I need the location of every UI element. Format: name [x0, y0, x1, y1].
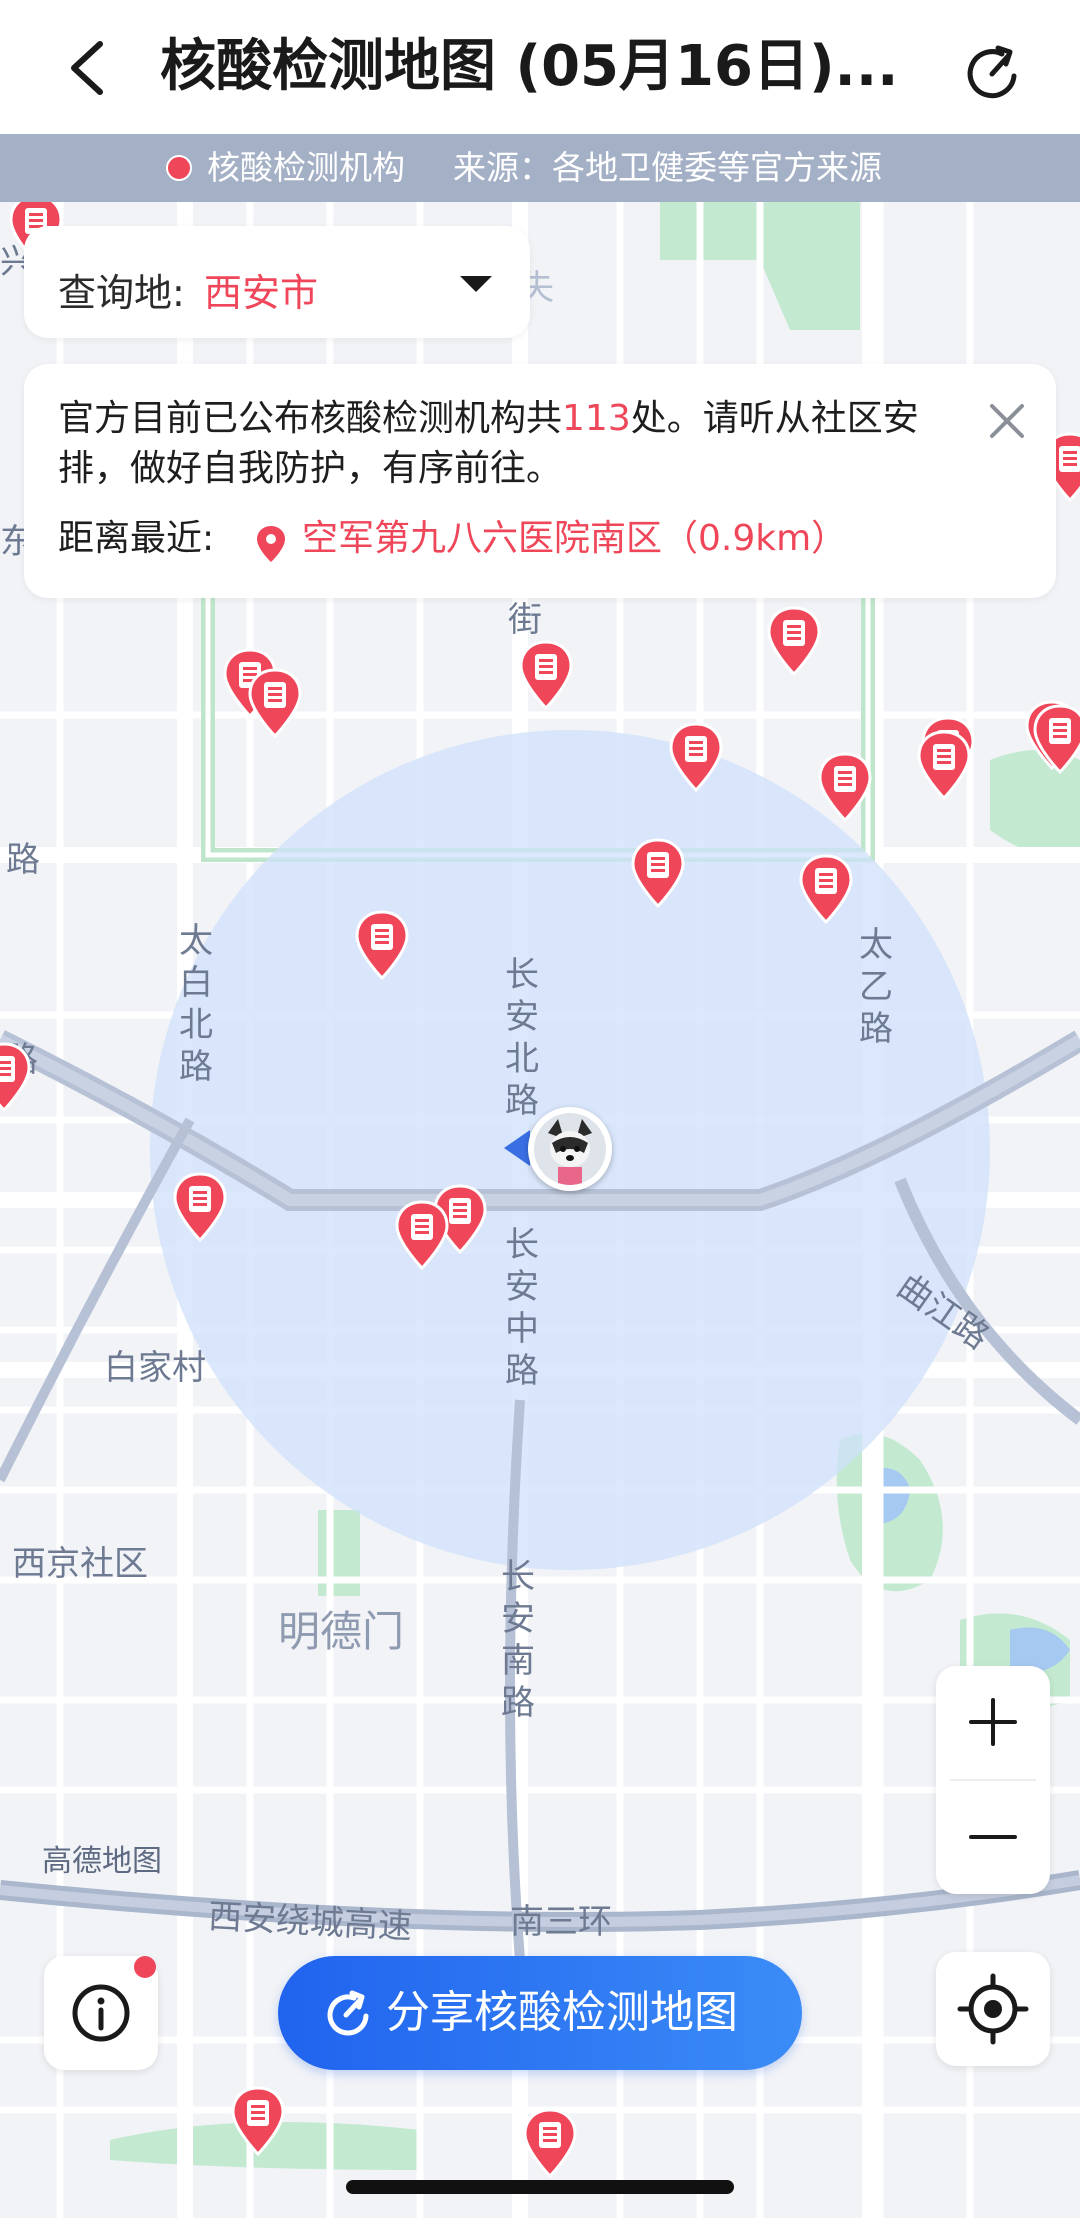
road-label-jie: 街 — [508, 600, 542, 640]
syringe-pin-icon — [1033, 704, 1080, 775]
user-location-avatar[interactable] — [528, 1107, 612, 1191]
road-label-changan-north: 长安北路 — [505, 955, 539, 1121]
testing-site-pin[interactable] — [172, 1172, 228, 1243]
syringe-pin-icon — [355, 910, 409, 981]
dog-avatar-icon — [534, 1113, 606, 1185]
area-label-mingdemen: 明德门 — [278, 1607, 405, 1656]
road-label-nansanhuan: 南三环 — [510, 1902, 612, 1942]
query-label: 查询地: — [58, 271, 185, 315]
road-label-left-lu: 路 — [6, 840, 40, 880]
testing-site-pin[interactable] — [916, 730, 972, 801]
crosshair-icon — [957, 1973, 1029, 2045]
legend-dot-icon — [166, 155, 192, 181]
nearest-label: 距离最近: — [58, 518, 215, 559]
syringe-pin-icon — [767, 606, 821, 677]
avatar — [534, 1113, 606, 1185]
home-indicator — [346, 2180, 734, 2194]
location-pin-icon — [257, 526, 285, 562]
syringe-pin-icon — [631, 838, 685, 909]
testing-site-pin[interactable] — [630, 838, 686, 909]
source-bar: 核酸检测机构 来源：各地卫健委等官方来源 — [0, 134, 1080, 202]
testing-site-pin[interactable] — [354, 910, 410, 981]
share-map-button[interactable]: 分享核酸检测地图 — [278, 1956, 802, 2070]
syringe-pin-icon — [917, 730, 971, 801]
share-refresh-button[interactable] — [958, 38, 1028, 108]
testing-site-pin[interactable] — [1032, 704, 1080, 775]
back-button[interactable] — [58, 36, 122, 100]
query-city-selector[interactable]: 查询地: 西安市 — [24, 226, 530, 338]
close-icon — [990, 404, 1024, 438]
syringe-pin-icon — [173, 1172, 227, 1243]
notification-dot-icon — [134, 1956, 156, 1978]
locate-me-button[interactable] — [936, 1952, 1050, 2066]
syringe-pin-icon — [799, 854, 853, 925]
notice-text-before: 官方目前已公布核酸检测机构共 — [58, 398, 563, 439]
testing-site-pin[interactable] — [0, 1042, 32, 1113]
source-text: 来源：各地卫健委等官方来源 — [453, 148, 882, 187]
testing-site-pin[interactable] — [247, 668, 303, 739]
syringe-pin-icon — [818, 752, 872, 823]
area-label-baijiacun: 白家村 — [104, 1348, 206, 1388]
notice-count: 113 — [562, 398, 631, 439]
testing-site-pin[interactable] — [394, 1200, 450, 1271]
syringe-pin-icon — [519, 640, 573, 711]
syringe-pin-icon — [669, 722, 723, 793]
share-refresh-icon — [967, 45, 1017, 99]
query-city: 西安市 — [204, 271, 319, 315]
amap-logo-text: 高德地图 — [42, 1844, 162, 1879]
testing-site-pin[interactable] — [766, 606, 822, 677]
dropdown-triangle-icon — [460, 276, 492, 292]
notice-text: 官方目前已公布核酸检测机构共113处。请听从社区安排，做好自我防护，有序前往。 — [58, 394, 978, 494]
heading-arrow-icon — [504, 1130, 530, 1166]
testing-site-pin[interactable] — [668, 722, 724, 793]
page-title: 核酸检测地图 (05月16日)... — [160, 34, 899, 99]
testing-site-pin[interactable] — [230, 2086, 286, 2157]
testing-site-pin[interactable] — [522, 2108, 578, 2179]
info-button[interactable] — [44, 1956, 158, 2070]
share-icon — [327, 1990, 369, 2036]
road-label-changan-middle: 长安中路 — [505, 1225, 539, 1391]
minus-icon — [969, 1835, 1017, 1839]
road-label-changan-south: 长安南路 — [501, 1557, 535, 1723]
road-label-taiyi: 太乙路 — [859, 925, 893, 1049]
testing-site-pin[interactable] — [518, 640, 574, 711]
syringe-pin-icon — [523, 2108, 577, 2179]
syringe-pin-icon — [231, 2086, 285, 2157]
area-label-xijing: 西京社区 — [12, 1544, 148, 1584]
nearest-site-link[interactable]: 空军第九八六医院南区（0.9km） — [302, 514, 847, 564]
zoom-out-button[interactable] — [936, 1781, 1050, 1894]
testing-site-pin[interactable] — [798, 854, 854, 925]
share-map-label: 分享核酸检测地图 — [386, 1987, 738, 2038]
plus-icon — [969, 1698, 1017, 1746]
syringe-pin-icon — [248, 668, 302, 739]
legend-label: 核酸检测机构 — [207, 148, 405, 187]
notice-card: 官方目前已公布核酸检测机构共113处。请听从社区安排，做好自我防护，有序前往。 … — [24, 364, 1056, 598]
syringe-pin-icon — [395, 1200, 449, 1271]
syringe-pin-icon — [0, 1042, 31, 1113]
top-bar: 核酸检测地图 (05月16日)... — [0, 0, 1080, 134]
road-label-taibai-north: 太白北路 — [179, 921, 213, 1087]
chevron-left-icon — [71, 41, 103, 95]
testing-site-pin[interactable] — [817, 752, 873, 823]
zoom-in-button[interactable] — [936, 1666, 1050, 1779]
zoom-control — [936, 1666, 1050, 1894]
close-notice-button[interactable] — [984, 398, 1030, 444]
